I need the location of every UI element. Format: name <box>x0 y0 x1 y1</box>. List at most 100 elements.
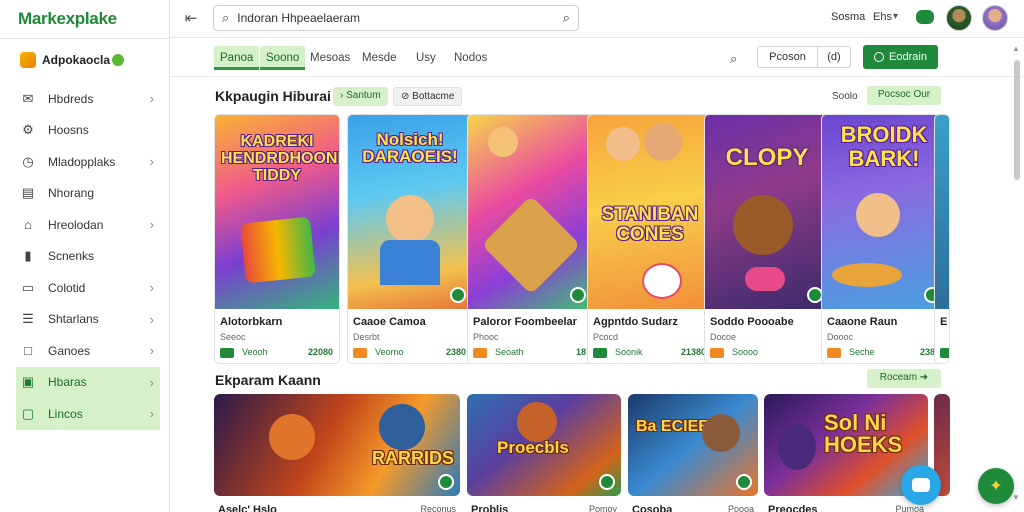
user-name[interactable]: Sosma <box>831 11 865 23</box>
sidebar-item-label: Hbaras <box>48 375 87 390</box>
price-tag-icon <box>710 348 724 358</box>
primary-action-button[interactable]: Eodrain <box>863 45 938 69</box>
circle-icon <box>874 52 885 62</box>
chevron-down-icon[interactable]: ▾ <box>893 11 898 22</box>
store-selector[interactable]: Adpokaocla <box>20 52 125 68</box>
game-art-object <box>481 195 581 295</box>
clock-icon: ◷ <box>22 153 34 169</box>
game-art: STANIBAN CONES <box>588 115 712 309</box>
price-tag-icon <box>473 348 487 358</box>
game-card-wide[interactable]: RARRIDS Aselc' Hslo Reconus <box>214 394 460 512</box>
search-input[interactable] <box>237 11 563 25</box>
game-art: RARRIDS <box>214 394 460 496</box>
tab-4[interactable]: Mesde <box>362 46 397 70</box>
tab-5[interactable]: Usy <box>416 46 436 70</box>
square-icon: □ <box>24 343 32 359</box>
scrollbar-thumb[interactable] <box>1014 60 1020 180</box>
sidebar-item-4[interactable]: ▤ Nhorang <box>16 178 160 210</box>
section-see-link[interactable]: Soolo <box>832 91 858 102</box>
sidebar-item-9[interactable]: □ Ganoes › <box>16 335 160 367</box>
game-name: Alotorbkarn <box>220 316 283 328</box>
search-submit-icon[interactable]: ⌕ <box>563 10 570 26</box>
game-art: Nolsich! DARAOEIS! <box>348 115 472 309</box>
avatar[interactable] <box>946 5 972 31</box>
sidebar-item-label: Colotid <box>48 280 86 295</box>
character-mouse <box>642 263 682 299</box>
chip-label: Santum <box>346 90 381 101</box>
sidebar-item-2[interactable]: ⚙ Hoosns <box>16 115 160 147</box>
game-meta: Reconus <box>420 504 456 512</box>
see-all-button[interactable]: Roceam ➜ <box>867 369 941 388</box>
game-card[interactable]: Paloror Foombeelar Phooc Seoath 18 <box>467 114 593 364</box>
tab-2[interactable]: Soono <box>260 46 306 70</box>
character-face <box>269 414 315 460</box>
sidebar-item-3[interactable]: ◷ Mladopplaks › <box>16 146 160 178</box>
game-price: 22080 <box>307 347 333 357</box>
sidebar-item-7[interactable]: ▭ Colotid › <box>16 272 160 304</box>
game-card-wide[interactable]: Proecbls Problis Pomoy <box>467 394 621 512</box>
game-card[interactable]: BROIDK BARK! Caaone Raun Doooc Seche 238… <box>821 114 947 364</box>
tab-6[interactable]: Nodos <box>454 46 487 70</box>
sidebar-item-10[interactable]: ▣ Hbaras › <box>16 366 160 398</box>
game-meta: Pumoa <box>895 504 924 512</box>
game-art-title: Nolsich! DARAOEIS! <box>362 130 458 166</box>
tabs-bar: Panoa Soono Mesoas Mesde Usy Nodos ⌕ Pco… <box>170 39 1024 77</box>
list-icon: ☰ <box>22 311 34 327</box>
sort-control[interactable]: Pcoson (d) <box>757 46 851 68</box>
sidebar-item-5[interactable]: ⌂ Hreolodan › <box>16 209 160 241</box>
tab-1[interactable]: Panoa <box>214 46 260 70</box>
sidebar-item-1[interactable]: ✉ Hbdreds › <box>16 83 160 115</box>
tab-3[interactable]: Mesoas <box>310 46 350 70</box>
scroll-down-icon[interactable]: ▼ <box>1012 493 1020 502</box>
game-card[interactable]: KADREKI HENDRDHOONI TIDDY Alotorbkarn Se… <box>214 114 340 364</box>
help-button[interactable]: ✦ <box>978 468 1014 504</box>
game-art-object <box>240 216 316 284</box>
search-box[interactable]: ⌕ ⌕ <box>213 5 579 31</box>
game-subtitle: Pcocd <box>593 332 619 342</box>
sidebar-item-label: Mladopplaks <box>48 154 116 169</box>
filter-chip-2[interactable]: ⊘ Bottacme <box>393 87 463 106</box>
search-icon[interactable]: ⌕ <box>730 51 737 67</box>
game-art <box>468 115 592 309</box>
see-all-button[interactable]: Pocsoc Our <box>867 86 941 105</box>
game-card[interactable]: Nolsich! DARAOEIS! Caaoe Camoa Desrbt Ve… <box>347 114 473 364</box>
app-logo[interactable]: Markexplake <box>18 9 117 29</box>
game-meta: Pomoy <box>588 504 617 512</box>
see-all-label: Roceam <box>879 372 918 383</box>
character-face <box>778 424 816 470</box>
chevron-right-icon: › <box>149 91 154 107</box>
game-art: Proecbls <box>467 394 621 496</box>
sidebar-nav: ✉ Hbdreds › ⚙ Hoosns ◷ Mladopplaks › ▤ Nhorang… <box>16 83 160 430</box>
settings-icon: ⚙ <box>22 122 34 138</box>
sort-label[interactable]: Pcoson <box>758 47 818 67</box>
sidebar-item-8[interactable]: ☰ Shtarlans › <box>16 304 160 336</box>
game-card-wide[interactable]: Ba ECIEE Cosoba Poooa <box>628 394 758 512</box>
badge-icon <box>599 474 615 490</box>
filter-chip-1[interactable]: › Santum <box>333 87 388 106</box>
sidebar-item-label: Nhorang <box>48 186 95 201</box>
chat-button[interactable] <box>901 465 941 505</box>
game-price: 2380 <box>445 347 466 357</box>
game-card[interactable]: STANIBAN CONES Agpntdo Sudarz Pcocd Soon… <box>587 114 713 364</box>
avatar-secondary[interactable] <box>982 5 1008 31</box>
search-icon: ⌕ <box>222 10 230 25</box>
game-card[interactable]: CLOPY Soddo Poooabe Docoe Soooo <box>704 114 830 364</box>
game-subtitle: Seeoc <box>220 332 246 342</box>
sidebar-item-11[interactable]: ▢ Lincos › <box>16 398 160 430</box>
game-subtitle: Docoe <box>710 332 737 342</box>
document-icon: ▤ <box>21 185 35 201</box>
section-title: Kkpaugin Hiburai <box>215 88 331 104</box>
collapse-sidebar-icon[interactable]: ⇤ <box>182 9 200 27</box>
gamepad-icon[interactable] <box>916 10 934 24</box>
game-meta: Soonik <box>615 347 643 357</box>
sidebar-item-label: Hbdreds <box>48 91 94 106</box>
sidebar-divider <box>0 38 170 39</box>
game-card-partial[interactable]: E <box>934 114 950 364</box>
game-art-title: RARRIDS <box>372 448 455 468</box>
chevron-right-icon: › <box>149 374 154 390</box>
user-menu[interactable]: Ehs <box>873 11 892 23</box>
sidebar-item-6[interactable]: ▮ Scnenks <box>16 241 160 273</box>
scroll-up-icon[interactable]: ▲ <box>1012 44 1020 53</box>
sort-toggle[interactable]: (d) <box>818 47 850 67</box>
sidebar-item-label: Hreolodan <box>48 217 104 232</box>
